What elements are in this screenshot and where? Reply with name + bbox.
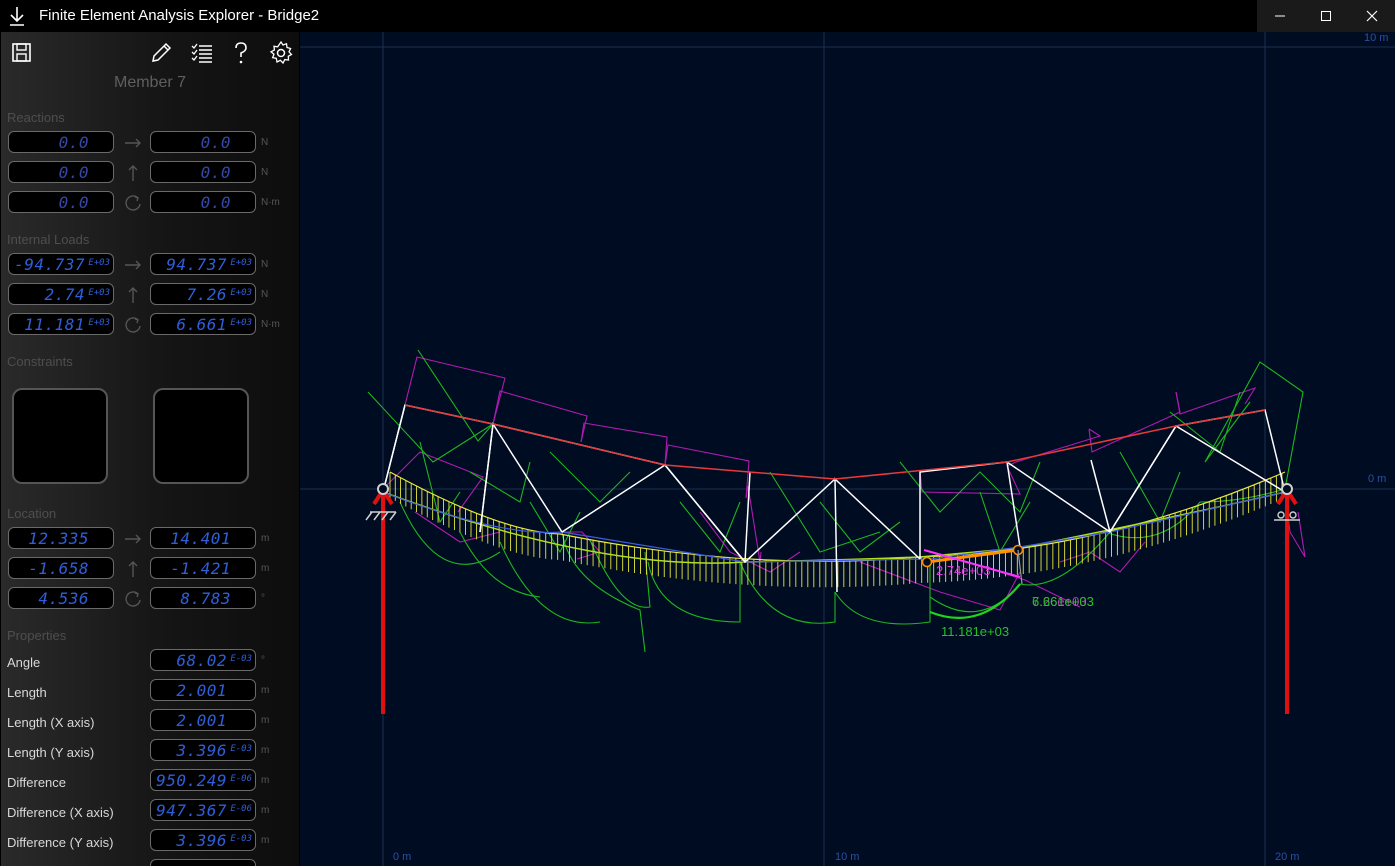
properties-panel: Member 7 Reactions 0.0 0.0 N 0.0 0.0 N 0… xyxy=(1,32,299,866)
internal-moment-right[interactable]: 6.661 E+03 xyxy=(150,313,256,335)
shear-annotation: 2.74e+03 xyxy=(936,563,991,578)
y-axis-label-10: 10 m xyxy=(1364,32,1388,44)
checklist-icon[interactable] xyxy=(189,40,215,66)
selected-node-start[interactable] xyxy=(921,556,933,568)
maximize-icon xyxy=(1321,11,1331,21)
property-label: Length (X axis) xyxy=(7,715,95,730)
truss-members xyxy=(382,404,1287,593)
window-title: Finite Element Analysis Explorer - Bridg… xyxy=(39,7,320,24)
gear-icon[interactable] xyxy=(268,40,294,66)
location-y-end[interactable]: -1.421 xyxy=(150,557,256,579)
reaction-x-left[interactable]: 0.0 xyxy=(8,131,114,153)
x-axis-label-10: 10 m xyxy=(835,851,859,863)
property-length-y-value[interactable]: 3.396 E-03 xyxy=(150,739,256,761)
rotate-icon xyxy=(125,195,141,211)
model-canvas[interactable]: 0 m 10 m 20 m 0 m 10 m 2.74e+03 7.26e+03… xyxy=(300,32,1395,866)
constraint-end-button[interactable] xyxy=(153,388,249,484)
property-label: Length xyxy=(7,685,47,700)
property-length-value[interactable]: 2.001 xyxy=(150,679,256,701)
property-label: Difference (X axis) xyxy=(7,805,114,820)
property-label: Length (Y axis) xyxy=(7,745,95,760)
unit-label: m xyxy=(261,685,270,696)
close-icon xyxy=(1366,10,1378,22)
internal-shear-left[interactable]: 2.74 E+03 xyxy=(8,283,114,305)
constraints-heading: Constraints xyxy=(7,354,73,369)
model-drawing[interactable]: 0 m 10 m 20 m 0 m 10 m 2.74e+03 7.26e+03… xyxy=(300,32,1395,866)
grid xyxy=(300,32,1395,866)
unit-label: ° xyxy=(261,593,265,604)
arrow-right-icon xyxy=(125,260,141,270)
moment-right-annotation: 6.661e+03 xyxy=(1032,594,1094,609)
y-axis-label-0: 0 m xyxy=(1368,473,1386,485)
title-bar: Finite Element Analysis Explorer - Bridg… xyxy=(0,0,1395,32)
property-difference-y-value[interactable]: 3.396 E-03 xyxy=(150,829,256,851)
property-difference-value[interactable]: 950.249 E-06 xyxy=(150,769,256,791)
unit-label: m xyxy=(261,715,270,726)
unit-label: N xyxy=(261,167,269,178)
x-axis-label-20: 20 m xyxy=(1275,851,1299,863)
save-icon[interactable] xyxy=(9,40,35,66)
property-length-x-value[interactable]: 2.001 xyxy=(150,709,256,731)
top-chord-stress xyxy=(404,404,1266,480)
help-icon[interactable] xyxy=(228,40,254,66)
arrow-up-icon xyxy=(128,165,138,181)
unit-label: N·m xyxy=(261,197,280,208)
arrow-right-icon xyxy=(125,138,141,148)
location-x-start[interactable]: 12.335 xyxy=(8,527,114,549)
minimize-icon xyxy=(1275,15,1285,17)
member-title: Member 7 xyxy=(113,74,187,91)
location-heading: Location xyxy=(7,506,57,521)
reaction-moment-right[interactable]: 0.0 xyxy=(150,191,256,213)
unit-label: m xyxy=(261,563,270,574)
right-support[interactable] xyxy=(1274,483,1300,714)
reactions-heading: Reactions xyxy=(7,110,65,125)
location-rotation-start[interactable]: 4.536 xyxy=(8,587,114,609)
x-axis-label-0: 0 m xyxy=(393,851,411,863)
rotate-icon xyxy=(125,591,141,607)
rotate-icon xyxy=(125,317,141,333)
location-rotation-end[interactable]: 8.783 xyxy=(150,587,256,609)
arrow-right-icon xyxy=(125,534,141,544)
constraint-start-button[interactable] xyxy=(12,388,108,484)
download-icon[interactable] xyxy=(8,5,26,27)
close-button[interactable] xyxy=(1349,0,1395,32)
property-difference-x-value[interactable]: 947.367 E-06 xyxy=(150,799,256,821)
maximize-button[interactable] xyxy=(1303,0,1349,32)
internal-moment-left[interactable]: 11.181 E+03 xyxy=(8,313,114,335)
unit-label: m xyxy=(261,775,270,786)
unit-label: m xyxy=(261,745,270,756)
unit-label: N xyxy=(261,289,269,300)
property-angle-value[interactable]: 68.02 E-03 xyxy=(150,649,256,671)
properties-heading: Properties xyxy=(7,628,67,643)
property-label: Difference xyxy=(7,775,67,790)
unit-label: N xyxy=(261,259,269,270)
internal-loads-heading: Internal Loads xyxy=(7,232,90,247)
reaction-y-right[interactable]: 0.0 xyxy=(150,161,256,183)
unit-label: m xyxy=(261,533,270,544)
selected-moment-curve xyxy=(929,583,1021,619)
unit-label: m xyxy=(261,805,270,816)
location-x-end[interactable]: 14.401 xyxy=(150,527,256,549)
unit-label: ° xyxy=(261,655,265,666)
property-label: Difference (Y axis) xyxy=(7,835,114,850)
unit-label: N·m xyxy=(261,319,280,330)
arrow-up-icon xyxy=(128,561,138,577)
pencil-icon[interactable] xyxy=(148,40,174,66)
minimize-button[interactable] xyxy=(1257,0,1303,32)
internal-axial-right[interactable]: 94.737 E+03 xyxy=(150,253,256,275)
reaction-moment-left[interactable]: 0.0 xyxy=(8,191,114,213)
location-y-start[interactable]: -1.658 xyxy=(8,557,114,579)
reaction-x-right[interactable]: 0.0 xyxy=(150,131,256,153)
left-support[interactable] xyxy=(365,483,397,714)
property-next-value[interactable] xyxy=(150,859,256,866)
moment-left-annotation: 11.181e+03 xyxy=(941,624,1009,639)
arrow-up-icon xyxy=(128,287,138,303)
internal-axial-left[interactable]: -94.737 E+03 xyxy=(8,253,114,275)
reaction-y-left[interactable]: 0.0 xyxy=(8,161,114,183)
unit-label: m xyxy=(261,835,270,846)
unit-label: N xyxy=(261,137,269,148)
property-label: Angle xyxy=(7,655,41,670)
internal-shear-right[interactable]: 7.26 E+03 xyxy=(150,283,256,305)
